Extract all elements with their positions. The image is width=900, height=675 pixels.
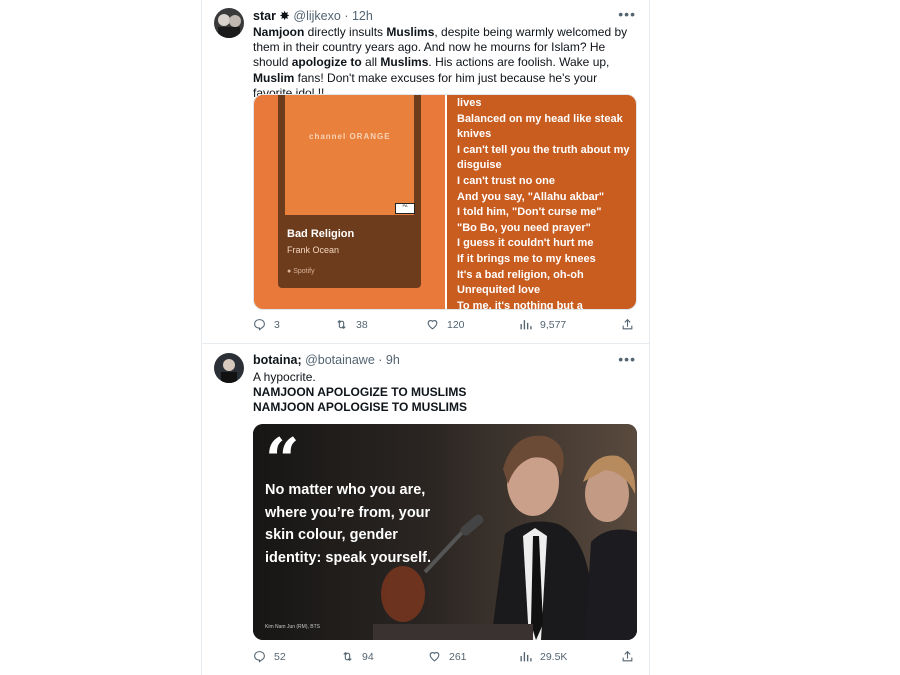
views-button[interactable]: 29.5K bbox=[519, 650, 567, 663]
tweet-actions: 52 94 261 29.5K bbox=[253, 650, 637, 668]
tweet-header: botaina; @botainawe · 9h bbox=[253, 353, 400, 367]
quote-credit: Kim Nam Jun (RM), BTS bbox=[265, 624, 321, 630]
separator: · bbox=[344, 9, 349, 23]
retweet-count: 94 bbox=[362, 650, 374, 663]
tweet[interactable]: botaina; @botainawe · 9h ••• A hypocrite… bbox=[202, 345, 650, 675]
like-button[interactable]: 261 bbox=[428, 650, 467, 663]
lyrics-text: lives Balanced on my head like steak kniv… bbox=[457, 96, 635, 310]
retweet-button[interactable]: 94 bbox=[341, 650, 374, 663]
spotify-label: ● Spotify bbox=[287, 268, 315, 275]
reply-count: 52 bbox=[274, 650, 286, 663]
display-name[interactable]: botaina; bbox=[253, 353, 302, 367]
like-count: 261 bbox=[449, 650, 467, 663]
tweet-actions: 3 38 120 9,577 bbox=[253, 318, 637, 336]
tweet-line: A hypocrite. bbox=[253, 370, 316, 384]
artist-name: Frank Ocean bbox=[287, 245, 340, 255]
retweet-icon bbox=[343, 651, 352, 662]
timeline: star ✸ @lijkexo · 12h ••• Namjoon direct… bbox=[201, 0, 650, 675]
album-cover: channel ORANGE PA bbox=[285, 95, 415, 215]
lyric-line: To me, it's nothing but a bbox=[457, 299, 583, 310]
lyric-line: I told him, "Don't curse me" bbox=[457, 206, 602, 219]
handle[interactable]: @botainawe bbox=[305, 353, 375, 367]
lyric-line: And you say, "Allahu akbar" bbox=[457, 190, 605, 203]
handle[interactable]: @lijkexo bbox=[293, 9, 340, 23]
like-button[interactable]: 120 bbox=[426, 318, 465, 331]
tweet-text-segment: Namjoon bbox=[253, 25, 305, 39]
reply-button[interactable]: 3 bbox=[253, 318, 280, 331]
tweet-text-segment: Muslim bbox=[253, 70, 295, 85]
separator: · bbox=[378, 353, 383, 367]
views-button[interactable]: 9,577 bbox=[519, 318, 566, 331]
reply-count: 3 bbox=[274, 318, 280, 331]
album-title: channel ORANGE bbox=[309, 132, 391, 141]
lyrics-card: lives Balanced on my head like steak kniv… bbox=[447, 95, 636, 310]
quote-text: No matter who you are, where you’re from… bbox=[265, 482, 431, 566]
tweet-text-segment: apologize to bbox=[291, 55, 362, 70]
lyric-line: It's a bad religion, oh-oh bbox=[457, 268, 584, 281]
timestamp[interactable]: 12h bbox=[352, 9, 373, 23]
tweet-text: A hypocrite. NAMJOON APOLOGIZE TO MUSLIM… bbox=[253, 370, 633, 415]
lyric-line: Balanced on my head like steak knives bbox=[457, 112, 623, 141]
avatar[interactable] bbox=[214, 353, 244, 383]
tweet-header: star ✸ @lijkexo · 12h bbox=[253, 8, 373, 23]
view-count: 29.5K bbox=[540, 650, 568, 663]
more-options-icon[interactable]: ••• bbox=[618, 351, 636, 367]
view-count: 9,577 bbox=[540, 318, 567, 331]
avatar[interactable] bbox=[214, 8, 244, 38]
tweet-media[interactable]: “ No matter who you are, where you’re fr… bbox=[253, 424, 637, 640]
tweet-text-segment: . His actions are foolish. Wake up, bbox=[428, 55, 610, 70]
tweet-text-segment: Muslims bbox=[380, 55, 429, 70]
timestamp[interactable]: 9h bbox=[386, 353, 400, 367]
retweet-icon bbox=[337, 319, 346, 330]
views-icon bbox=[520, 320, 532, 330]
tweet-line: NAMJOON APOLOGIZE TO MUSLIMS bbox=[253, 385, 467, 399]
tweet-text-segment: directly insults bbox=[304, 25, 387, 39]
share-button[interactable] bbox=[621, 650, 634, 663]
like-icon bbox=[429, 652, 440, 662]
lyric-line: I guess it couldn't hurt me bbox=[457, 237, 594, 250]
share-icon bbox=[622, 318, 633, 330]
song-title: Bad Religion bbox=[287, 228, 355, 240]
reply-icon bbox=[254, 651, 265, 663]
more-options-icon[interactable]: ••• bbox=[618, 6, 636, 22]
spotify-icon: ● bbox=[287, 268, 292, 275]
display-name[interactable]: star bbox=[253, 9, 276, 23]
like-icon bbox=[427, 320, 438, 330]
tweet-line: NAMJOON APOLOGISE TO MUSLIMS bbox=[253, 400, 468, 414]
lyric-line: I can't tell you the truth about my disg… bbox=[457, 143, 630, 172]
name-symbol: ✸ bbox=[279, 9, 290, 23]
lyric-line: I can't trust no one bbox=[457, 174, 555, 187]
lyric-line: Unrequited love bbox=[457, 284, 541, 297]
tweet-text: Namjoon directly insults Muslims, despit… bbox=[253, 25, 633, 101]
reply-icon bbox=[254, 319, 265, 331]
spotify-card: channel ORANGE PA Bad Religion Frank Oce… bbox=[254, 95, 445, 309]
album-card: channel ORANGE PA Bad Religion Frank Oce… bbox=[278, 95, 421, 288]
parental-advisory-icon: PA bbox=[395, 203, 415, 214]
share-button[interactable] bbox=[621, 318, 634, 331]
tweet-text-segment: all bbox=[361, 55, 381, 70]
lyric-line: "Bo Bo, you need prayer" bbox=[457, 221, 591, 234]
share-icon bbox=[622, 650, 633, 662]
tweet-text-segment: Muslims bbox=[386, 25, 435, 39]
retweet-count: 38 bbox=[356, 318, 368, 331]
like-count: 120 bbox=[447, 318, 465, 331]
spotify-text: Spotify bbox=[293, 268, 315, 275]
lyric-line: If it brings me to my knees bbox=[457, 252, 596, 265]
lyric-line: lives bbox=[457, 97, 482, 109]
retweet-button[interactable]: 38 bbox=[335, 318, 368, 331]
reply-button[interactable]: 52 bbox=[253, 650, 286, 663]
tweet[interactable]: star ✸ @lijkexo · 12h ••• Namjoon direct… bbox=[202, 0, 650, 344]
views-icon bbox=[520, 652, 532, 662]
tweet-media[interactable]: channel ORANGE PA Bad Religion Frank Oce… bbox=[253, 94, 637, 310]
